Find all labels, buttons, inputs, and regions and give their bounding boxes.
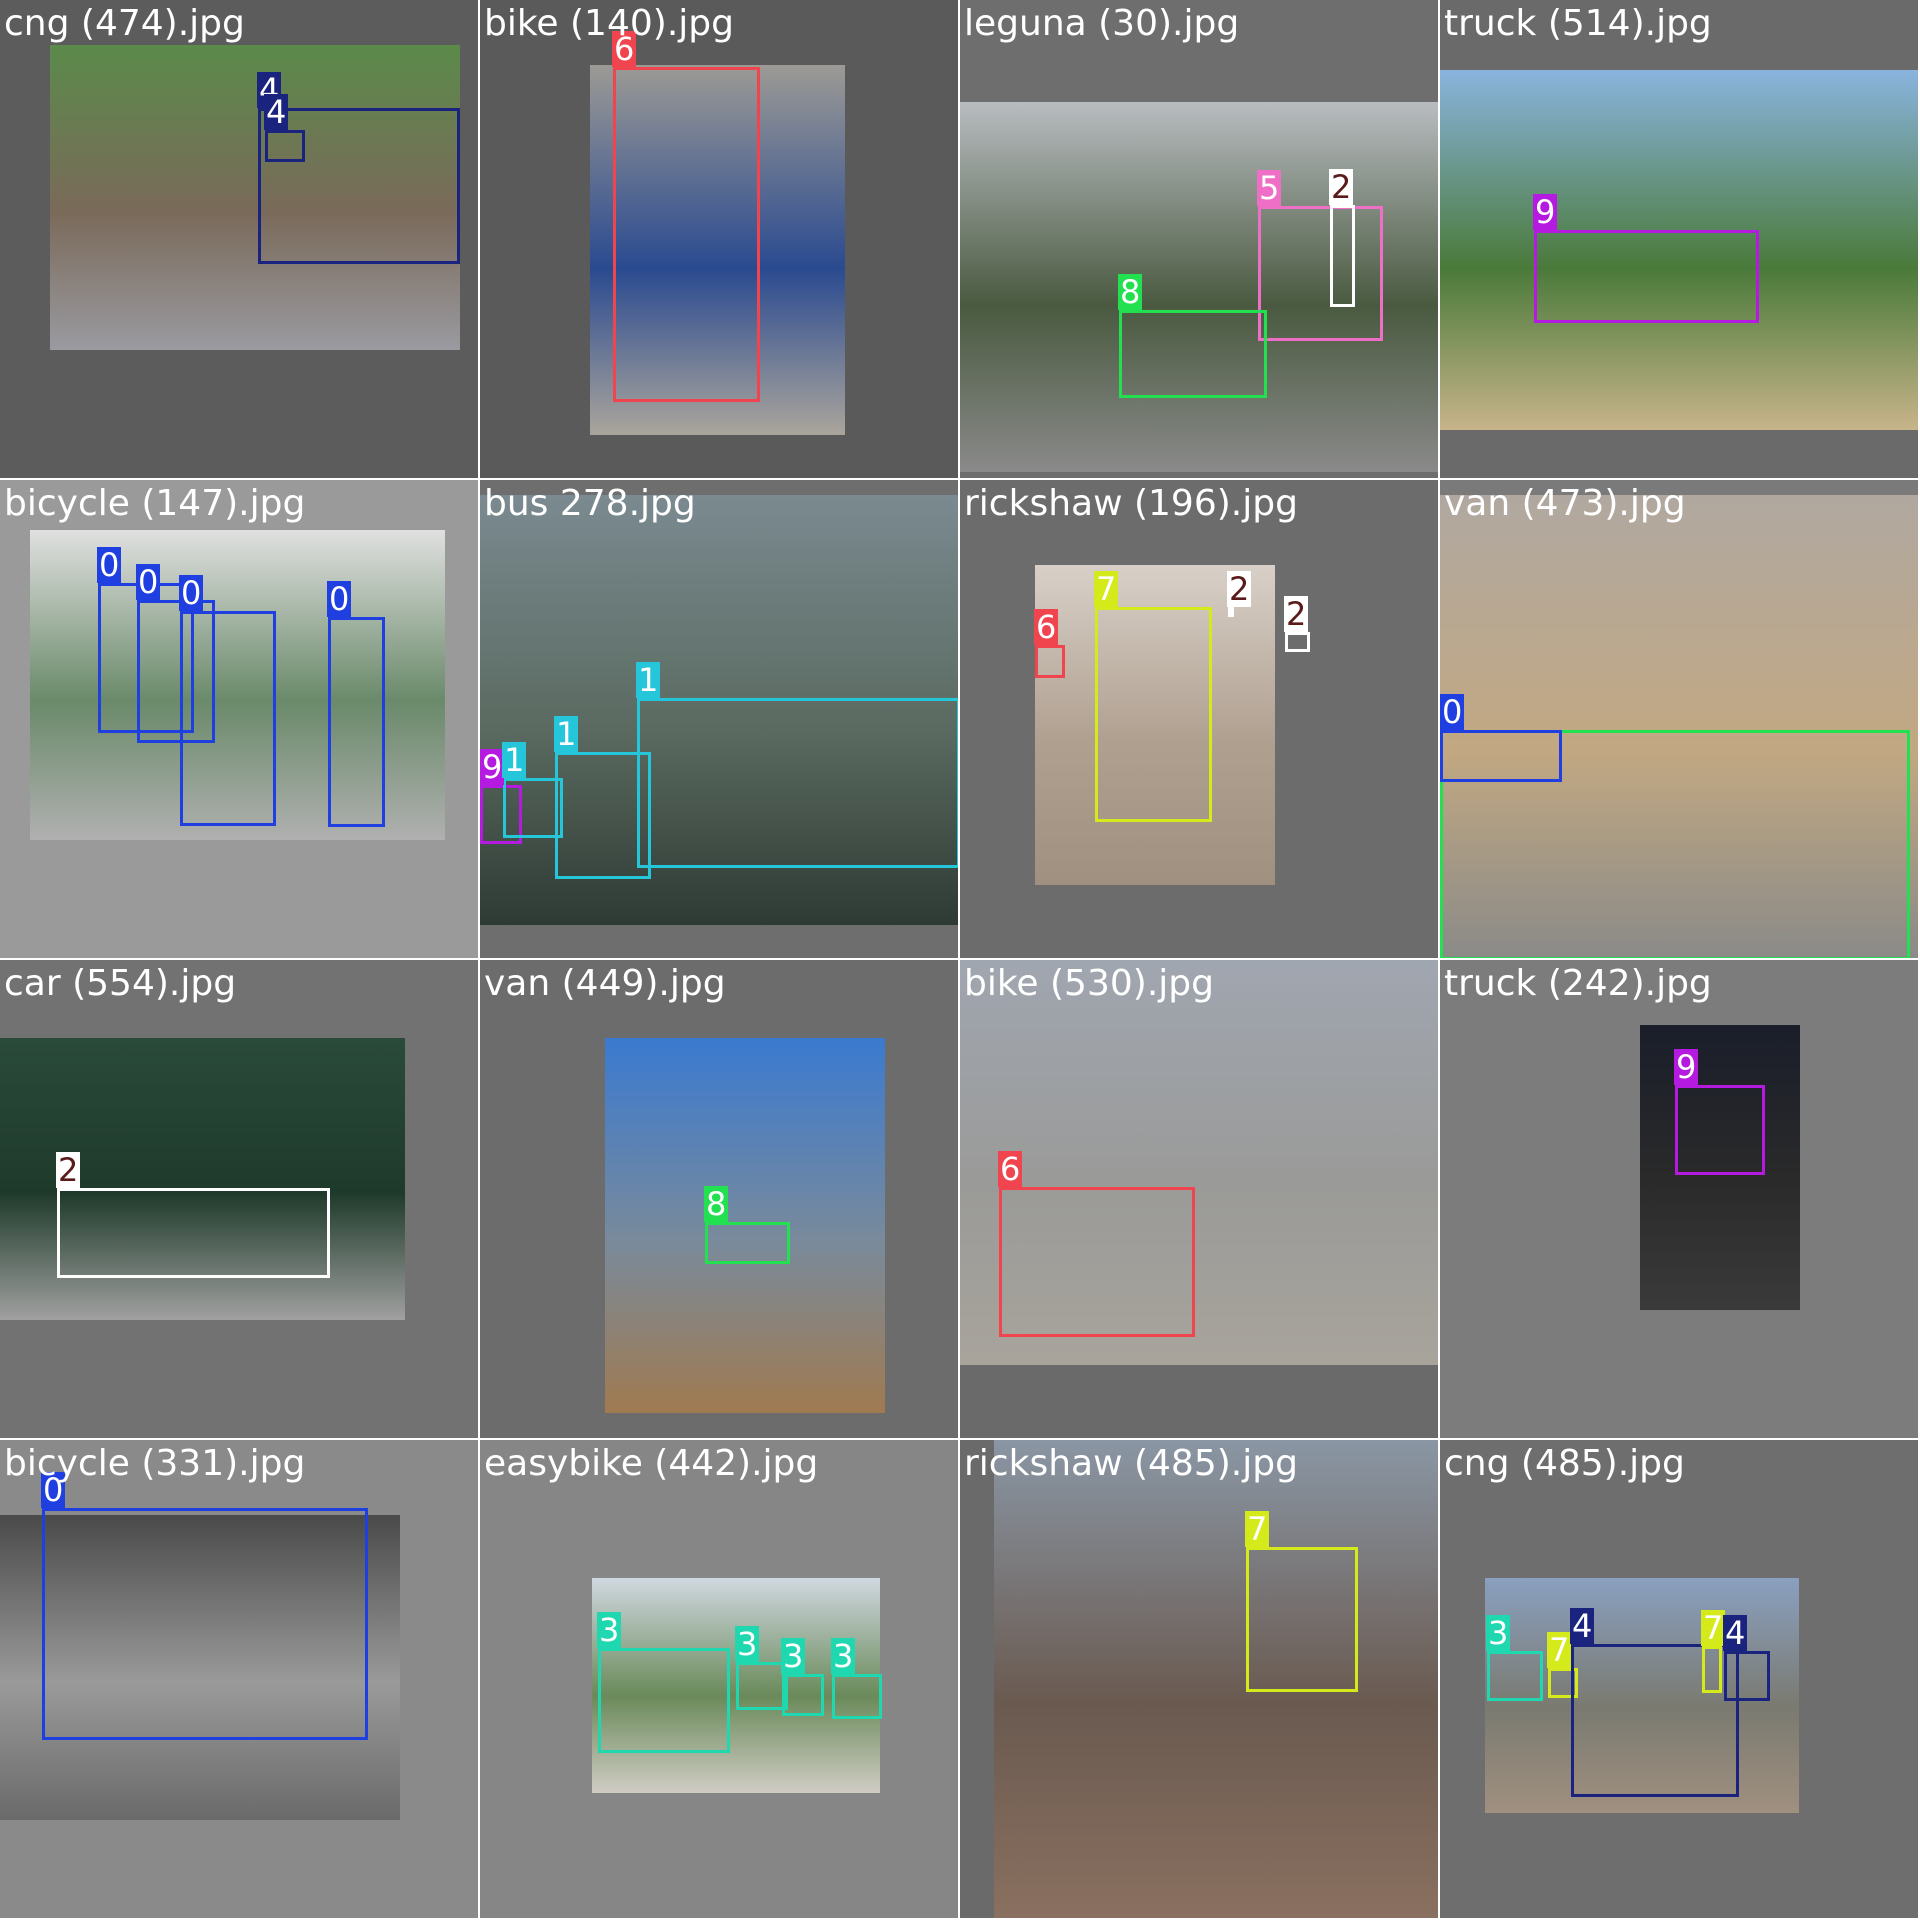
tile-filename: bus 278.jpg bbox=[484, 483, 696, 524]
bounding-box bbox=[1228, 607, 1234, 617]
tile-filename: van (473).jpg bbox=[1444, 483, 1686, 524]
image-tile: rickshaw (485).jpg 7 bbox=[960, 1440, 1438, 1918]
image-tile: cng (485).jpg 3 7 4 7 4 bbox=[1440, 1440, 1918, 1918]
class-label: 9 bbox=[1674, 1048, 1699, 1086]
class-label: 7 bbox=[1094, 570, 1119, 608]
image-tile: rickshaw (196).jpg 7 2 2 6 bbox=[960, 480, 1438, 958]
class-label: 8 bbox=[704, 1185, 729, 1223]
bounding-box bbox=[1702, 1646, 1722, 1693]
tile-filename: cng (474).jpg bbox=[4, 3, 245, 44]
image-tile: van (473).jpg80 bbox=[1440, 480, 1918, 958]
class-label: 3 bbox=[781, 1637, 806, 1675]
bounding-box bbox=[1035, 645, 1065, 678]
image-tile: truck (514).jpg 9 bbox=[1440, 0, 1918, 478]
bounding-box bbox=[1285, 632, 1310, 652]
class-label: 2 bbox=[56, 1151, 81, 1189]
image-tile: bicycle (147).jpg 0 0 0 0 bbox=[0, 480, 478, 958]
bounding-box bbox=[1487, 1651, 1543, 1701]
class-label: 7 bbox=[1245, 1510, 1270, 1548]
bounding-box bbox=[1675, 1085, 1765, 1175]
image-tile: easybike (442).jpg 3 3 3 3 bbox=[480, 1440, 958, 1918]
tile-filename: car (554).jpg bbox=[4, 963, 237, 1004]
class-label: 0 bbox=[327, 580, 352, 618]
bounding-box bbox=[1095, 607, 1212, 822]
bounding-box bbox=[1119, 310, 1267, 398]
class-label: 4 bbox=[264, 93, 289, 131]
bounding-box bbox=[180, 611, 276, 826]
bounding-box bbox=[782, 1674, 824, 1716]
class-label: 0 bbox=[179, 574, 204, 612]
class-label: 2 bbox=[1329, 168, 1354, 206]
tile-filename: cng (485).jpg bbox=[1444, 1443, 1685, 1484]
class-label: 3 bbox=[597, 1611, 622, 1649]
tile-filename: bicycle (147).jpg bbox=[4, 483, 306, 524]
class-label: 3 bbox=[735, 1625, 760, 1663]
class-label: 1 bbox=[636, 661, 661, 699]
class-label: 9 bbox=[480, 748, 505, 786]
class-label: 8 bbox=[1118, 273, 1143, 311]
class-label: 2 bbox=[1227, 570, 1252, 608]
bounding-box bbox=[999, 1187, 1195, 1337]
class-label: 3 bbox=[1486, 1614, 1511, 1652]
class-label: 9 bbox=[1533, 193, 1558, 231]
bounding-box bbox=[598, 1648, 730, 1753]
tile-filename: leguna (30).jpg bbox=[964, 3, 1240, 44]
bounding-box bbox=[328, 617, 385, 827]
image-tile: car (554).jpg 2 bbox=[0, 960, 478, 1438]
image-tile: cng (474).jpg 4 4 bbox=[0, 0, 478, 478]
class-label: 6 bbox=[1034, 608, 1059, 646]
bounding-box bbox=[637, 698, 958, 868]
image-tile: bike (530).jpg 6 bbox=[960, 960, 1438, 1438]
bounding-box bbox=[42, 1508, 368, 1740]
bounding-box bbox=[705, 1222, 790, 1264]
bounding-box bbox=[1258, 206, 1383, 341]
tile-filename: truck (242).jpg bbox=[1444, 963, 1712, 1004]
image-tile: bike (140).jpg 6 bbox=[480, 0, 958, 478]
image-tile: van (449).jpg 8 bbox=[480, 960, 958, 1438]
bounding-box bbox=[1330, 205, 1355, 307]
bounding-box bbox=[57, 1188, 330, 1278]
tile-filename: bike (530).jpg bbox=[964, 963, 1214, 1004]
bounding-box bbox=[1440, 730, 1562, 782]
image-tile: leguna (30).jpg 5 2 8 bbox=[960, 0, 1438, 478]
tile-filename: rickshaw (196).jpg bbox=[964, 483, 1298, 524]
image-tile: truck (242).jpg 9 bbox=[1440, 960, 1918, 1438]
tile-filename: rickshaw (485).jpg bbox=[964, 1443, 1298, 1484]
mosaic-grid: cng (474).jpg 4 4 bike (140).jpg 6 leguna (30… bbox=[0, 0, 1920, 1920]
class-label: 5 bbox=[1257, 169, 1282, 207]
bounding-box bbox=[265, 130, 305, 162]
tile-filename: truck (514).jpg bbox=[1444, 3, 1712, 44]
class-label: 0 bbox=[97, 546, 122, 584]
class-label: 7 bbox=[1701, 1609, 1726, 1647]
tile-filename: bicycle (331).jpg bbox=[4, 1443, 306, 1484]
bounding-box bbox=[503, 778, 563, 838]
tile-filename: easybike (442).jpg bbox=[484, 1443, 819, 1484]
class-label: 6 bbox=[998, 1150, 1023, 1188]
bounding-box bbox=[555, 752, 651, 879]
class-label: 4 bbox=[1570, 1607, 1595, 1645]
class-label: 0 bbox=[1440, 693, 1465, 731]
class-label: 0 bbox=[136, 563, 161, 601]
tile-filename: bike (140).jpg bbox=[484, 3, 734, 44]
class-label: 2 bbox=[1284, 595, 1309, 633]
bounding-box bbox=[832, 1674, 882, 1719]
class-label: 3 bbox=[831, 1637, 856, 1675]
image-tile: bicycle (331).jpg 0 bbox=[0, 1440, 478, 1918]
bounding-box bbox=[1534, 230, 1759, 323]
bounding-box bbox=[613, 67, 760, 402]
tile-filename: van (449).jpg bbox=[484, 963, 726, 1004]
class-label: 7 bbox=[1547, 1631, 1572, 1669]
class-label: 1 bbox=[502, 741, 527, 779]
bounding-box bbox=[1724, 1651, 1770, 1701]
class-label: 4 bbox=[1723, 1614, 1748, 1652]
bounding-box bbox=[1246, 1547, 1358, 1692]
class-label: 1 bbox=[554, 715, 579, 753]
tile-photo bbox=[994, 1440, 1438, 1918]
image-tile: bus 278.jpg 1 1 9 1 bbox=[480, 480, 958, 958]
